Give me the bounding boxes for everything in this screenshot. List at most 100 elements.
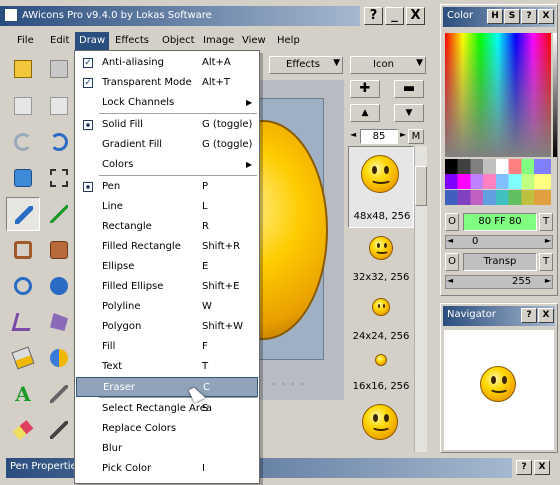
dropper-tool[interactable] — [42, 377, 76, 411]
menu-item-lock-channels[interactable]: Lock Channels ▶ — [76, 93, 258, 113]
eraser-tool[interactable] — [6, 413, 40, 447]
menu-view[interactable]: View — [242, 32, 266, 50]
navigator-close-button[interactable]: X — [538, 308, 554, 323]
thumbnail-size-control: ◄ 85 ► M — [350, 129, 426, 144]
navigator-help-button[interactable]: ? — [521, 308, 537, 323]
paste-tool[interactable] — [42, 52, 76, 86]
alpha-slider-top[interactable]: ◄ 0 ► — [445, 235, 553, 249]
open-tool[interactable] — [6, 52, 40, 86]
menu-item-pick-color[interactable]: Pick Color I — [76, 459, 258, 479]
menu-item-text[interactable]: Text T — [76, 357, 258, 377]
undo-tool[interactable] — [6, 125, 40, 159]
menu-item-pen[interactable]: Pen P — [76, 177, 258, 197]
move-up-button[interactable]: ▲ — [350, 104, 380, 122]
size-increase-icon[interactable]: ► — [400, 130, 406, 139]
menu-item-fill[interactable]: Fill F — [76, 337, 258, 357]
remove-format-button[interactable]: ▬ — [394, 80, 424, 98]
smiley-icon[interactable] — [362, 404, 398, 440]
ellipse-tool[interactable] — [6, 269, 40, 303]
menu-item-solid-fill[interactable]: Solid Fill G (toggle) — [76, 115, 258, 135]
camera-tool[interactable] — [6, 161, 40, 195]
color-h-button[interactable]: H — [487, 9, 503, 24]
color-hex-value[interactable]: 80 FF 80 — [463, 213, 537, 231]
color-s-button[interactable]: S — [504, 9, 520, 24]
menu-file[interactable]: File — [17, 32, 34, 50]
menu-item-filled-ellipse[interactable]: Filled Ellipse Shift+E — [76, 277, 258, 297]
thumbnail-48-selected[interactable]: 48x48, 256 — [348, 146, 414, 228]
pen-tool[interactable] — [6, 197, 40, 231]
text-tool[interactable]: A — [6, 377, 40, 411]
menu-item-polyline[interactable]: Polyline W — [76, 297, 258, 317]
move-down-button[interactable]: ▼ — [394, 104, 424, 122]
copy-tool[interactable] — [42, 89, 76, 123]
menu-item-eraser[interactable]: Eraser C — [76, 377, 258, 397]
size-value[interactable]: 85 — [360, 129, 398, 144]
menu-item-label: Blur — [102, 443, 123, 454]
menu-draw[interactable]: Draw — [75, 32, 110, 50]
line-tool[interactable] — [42, 197, 76, 231]
menu-item-replace-colors[interactable]: Replace Colors — [76, 419, 258, 439]
menu-item-transparent-mode[interactable]: ✓ Transparent Mode Alt+T — [76, 73, 258, 93]
transp-field[interactable]: Transp — [463, 253, 537, 271]
menu-object[interactable]: Object — [162, 32, 195, 50]
minimize-button[interactable]: _ — [385, 7, 404, 25]
menu-item-polygon[interactable]: Polygon Shift+W — [76, 317, 258, 337]
menu-item-select-rectangle-area[interactable]: Select Rectangle Area S — [76, 399, 258, 419]
pen-help-button[interactable]: ? — [516, 460, 532, 475]
polyline-tool[interactable] — [6, 305, 40, 339]
filled-rectangle-tool[interactable] — [42, 233, 76, 267]
color-help-button[interactable]: ? — [521, 9, 537, 24]
menu-item-anti-aliasing[interactable]: ✓ Anti-aliasing Alt+A — [76, 53, 258, 73]
menu-bar: File Edit Draw Effects Object Image View… — [0, 32, 430, 50]
thumbnail-scrollbar[interactable] — [414, 146, 427, 452]
close-button[interactable]: X — [406, 7, 425, 25]
size-decrease-icon[interactable]: ◄ — [350, 130, 356, 139]
cut-tool[interactable] — [6, 89, 40, 123]
gradient-tool[interactable] — [42, 341, 76, 375]
o-button-2[interactable]: O — [445, 253, 459, 271]
checkbox-checked-icon: ✓ — [83, 58, 93, 68]
menu-item-filled-rectangle[interactable]: Filled Rectangle Shift+R — [76, 237, 258, 257]
scroll-thumb[interactable] — [415, 166, 427, 206]
menu-item-rectangle[interactable]: Rectangle R — [76, 217, 258, 237]
navigator-title: Navigator — [447, 309, 496, 320]
add-format-button[interactable]: ✚ — [350, 80, 380, 98]
polygon-tool[interactable] — [42, 305, 76, 339]
menu-item-gradient-fill[interactable]: Gradient Fill G (toggle) — [76, 135, 258, 155]
menu-item-line[interactable]: Line L — [76, 197, 258, 217]
picker-tool[interactable] — [42, 413, 76, 447]
menu-image[interactable]: Image — [203, 32, 234, 50]
plus-icon: ✚ — [359, 81, 371, 96]
menu-item-blur[interactable]: Blur — [76, 439, 258, 459]
menu-item-shortcut: G (toggle) — [202, 119, 253, 130]
smiley-icon[interactable] — [372, 298, 390, 316]
thumbnail-label: 16x16, 256 — [352, 381, 410, 392]
canvas-area[interactable]: · · · · — [198, 80, 344, 400]
menu-effects[interactable]: Effects — [115, 32, 149, 50]
effects-dropdown[interactable]: Effects ▼ — [269, 56, 343, 74]
m-button[interactable]: M — [408, 129, 424, 144]
redo-tool[interactable] — [42, 125, 76, 159]
filled-ellipse-tool[interactable] — [42, 269, 76, 303]
icon-dropdown[interactable]: Icon ▼ — [350, 56, 426, 74]
navigator-preview[interactable] — [444, 330, 554, 450]
o-button[interactable]: O — [445, 213, 459, 231]
pen-close-button[interactable]: X — [534, 460, 550, 475]
menu-item-ellipse[interactable]: Ellipse E — [76, 257, 258, 277]
menu-edit[interactable]: Edit — [50, 32, 69, 50]
brightness-slider[interactable] — [553, 33, 557, 157]
alpha-slider-bottom[interactable]: ◄ 255 ► — [445, 275, 553, 289]
smiley-icon[interactable] — [369, 236, 393, 260]
menu-item-colors[interactable]: Colors ▶ — [76, 155, 258, 175]
color-spectrum[interactable] — [445, 33, 551, 157]
fill-tool[interactable] — [6, 341, 40, 375]
palette-grid[interactable] — [445, 159, 551, 205]
t-button-2[interactable]: T — [539, 253, 553, 271]
t-button[interactable]: T — [539, 213, 553, 231]
select-tool[interactable] — [42, 161, 76, 195]
color-close-button[interactable]: X — [538, 9, 554, 24]
help-button[interactable]: ? — [364, 7, 383, 25]
menu-help[interactable]: Help — [277, 32, 300, 50]
smiley-icon[interactable] — [375, 354, 387, 366]
rectangle-tool[interactable] — [6, 233, 40, 267]
